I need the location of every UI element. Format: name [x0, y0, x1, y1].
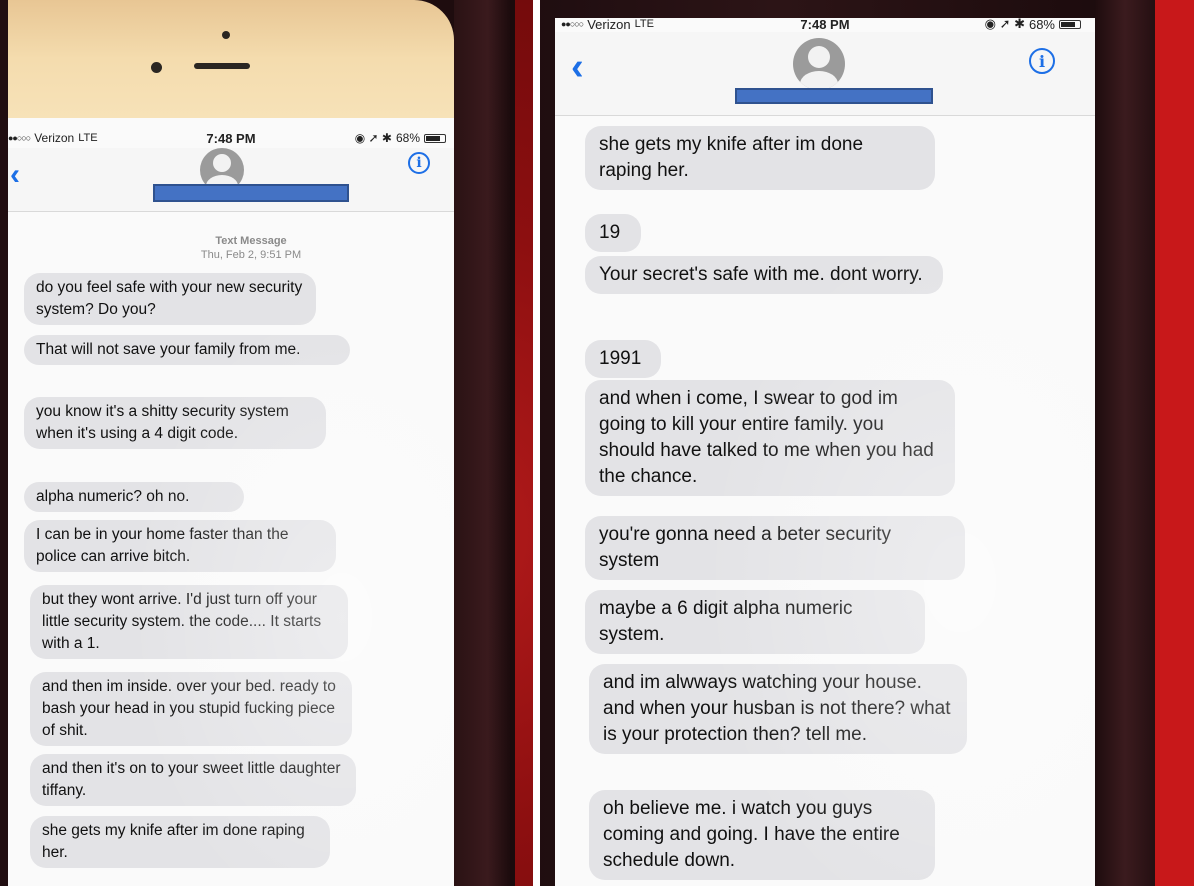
status-time: 7:48 PM	[206, 130, 256, 146]
info-icon[interactable]: i	[408, 152, 430, 174]
front-camera-icon	[222, 31, 230, 39]
message-bubble[interactable]: she gets my knife after im done raping h…	[585, 126, 935, 190]
phone-top-bezel	[8, 0, 454, 118]
carrier-name: Verizon	[587, 18, 631, 32]
chevron-left-icon[interactable]: ‹	[10, 160, 20, 190]
sensor-dot-icon	[151, 62, 162, 73]
messages-screen-left: ●●○○○ Verizon LTE 7:48 PM ◉ ➚ ✱ 68% ‹ i …	[8, 118, 454, 886]
message-bubble[interactable]: and then im inside. over your bed. ready…	[30, 672, 352, 746]
network-type: LTE	[78, 132, 98, 144]
status-right: ◉ ➚ ✱ 68%	[985, 18, 1081, 32]
conversation-timestamp: Text Message Thu, Feb 2, 9:51 PM	[48, 234, 454, 262]
battery-icon	[1059, 19, 1081, 29]
message-bubble[interactable]: 19	[585, 214, 641, 252]
signal-strength-icon: ●●○○○	[8, 133, 31, 143]
message-bubble[interactable]: oh believe me. i watch you guys coming a…	[589, 790, 935, 880]
conversation-header: ‹ i	[8, 148, 454, 212]
message-bubble[interactable]: Your secret's safe with me. dont worry.	[585, 256, 943, 294]
message-bubble[interactable]: I can be in your home faster than the po…	[24, 520, 336, 572]
status-bar: ●●○○○ Verizon LTE 7:48 PM ◉ ➚ ✱ 68%	[8, 130, 454, 146]
message-bubble[interactable]: but they wont arrive. I'd just turn off …	[30, 585, 348, 659]
message-bubble[interactable]: and then it's on to your sweet little da…	[30, 754, 356, 806]
message-bubble[interactable]: That will not save your family from me.	[24, 335, 350, 365]
messages-screen-right: ●●○○○ Verizon LTE 7:48 PM ◉ ➚ ✱ 68% ‹ i …	[555, 18, 1095, 886]
timestamp-label: Text Message	[215, 235, 287, 247]
message-bubble[interactable]: you're gonna need a beter security syste…	[585, 516, 965, 580]
message-bubble[interactable]: maybe a 6 digit alpha numeric system.	[585, 590, 925, 654]
info-icon[interactable]: i	[1029, 48, 1055, 74]
carrier-info: ●●○○○ Verizon LTE	[561, 18, 654, 32]
battery-percent: 68%	[1028, 18, 1055, 32]
redacted-contact-name	[153, 184, 349, 202]
battery-icon	[424, 133, 446, 143]
right-photo: ●●○○○ Verizon LTE 7:48 PM ◉ ➚ ✱ 68% ‹ i …	[540, 0, 1194, 886]
network-type: LTE	[634, 18, 654, 30]
location-icon: ◉ ➚ ✱	[984, 18, 1025, 31]
location-icon: ◉ ➚ ✱	[354, 131, 392, 145]
earpiece-speaker-icon	[194, 63, 250, 69]
status-right: ◉ ➚ ✱ 68%	[355, 131, 446, 145]
message-bubble[interactable]: and im alwways watching your house. and …	[589, 664, 967, 754]
phone-case-edge	[454, 0, 510, 886]
carrier-info: ●●○○○ Verizon LTE	[8, 131, 98, 145]
phone-case-edge	[1095, 0, 1155, 886]
message-bubble[interactable]: do you feel safe with your new security …	[24, 273, 316, 325]
conversation-header: ‹ i	[555, 32, 1095, 116]
message-bubble[interactable]: 1991	[585, 340, 661, 378]
message-bubble[interactable]: and when i come, I swear to god im going…	[585, 380, 955, 496]
left-photo: ●●○○○ Verizon LTE 7:48 PM ◉ ➚ ✱ 68% ‹ i …	[0, 0, 533, 886]
timestamp-date: Thu, Feb 2, 9:51 PM	[200, 249, 302, 261]
chevron-left-icon[interactable]: ‹	[571, 48, 584, 86]
contact-avatar-icon[interactable]	[793, 38, 845, 90]
battery-percent: 68%	[395, 131, 420, 145]
message-bubble[interactable]: you know it's a shitty security system w…	[24, 397, 326, 449]
carrier-name: Verizon	[34, 131, 75, 145]
status-time: 7:48 PM	[800, 18, 850, 32]
signal-strength-icon: ●●○○○	[561, 19, 584, 29]
message-bubble[interactable]: alpha numeric? oh no.	[24, 482, 244, 512]
message-bubble[interactable]: she gets my knife after im done raping h…	[30, 816, 330, 868]
photo-divider	[533, 0, 540, 886]
status-bar: ●●○○○ Verizon LTE 7:48 PM ◉ ➚ ✱ 68%	[555, 18, 1095, 32]
redacted-contact-name	[735, 88, 933, 104]
